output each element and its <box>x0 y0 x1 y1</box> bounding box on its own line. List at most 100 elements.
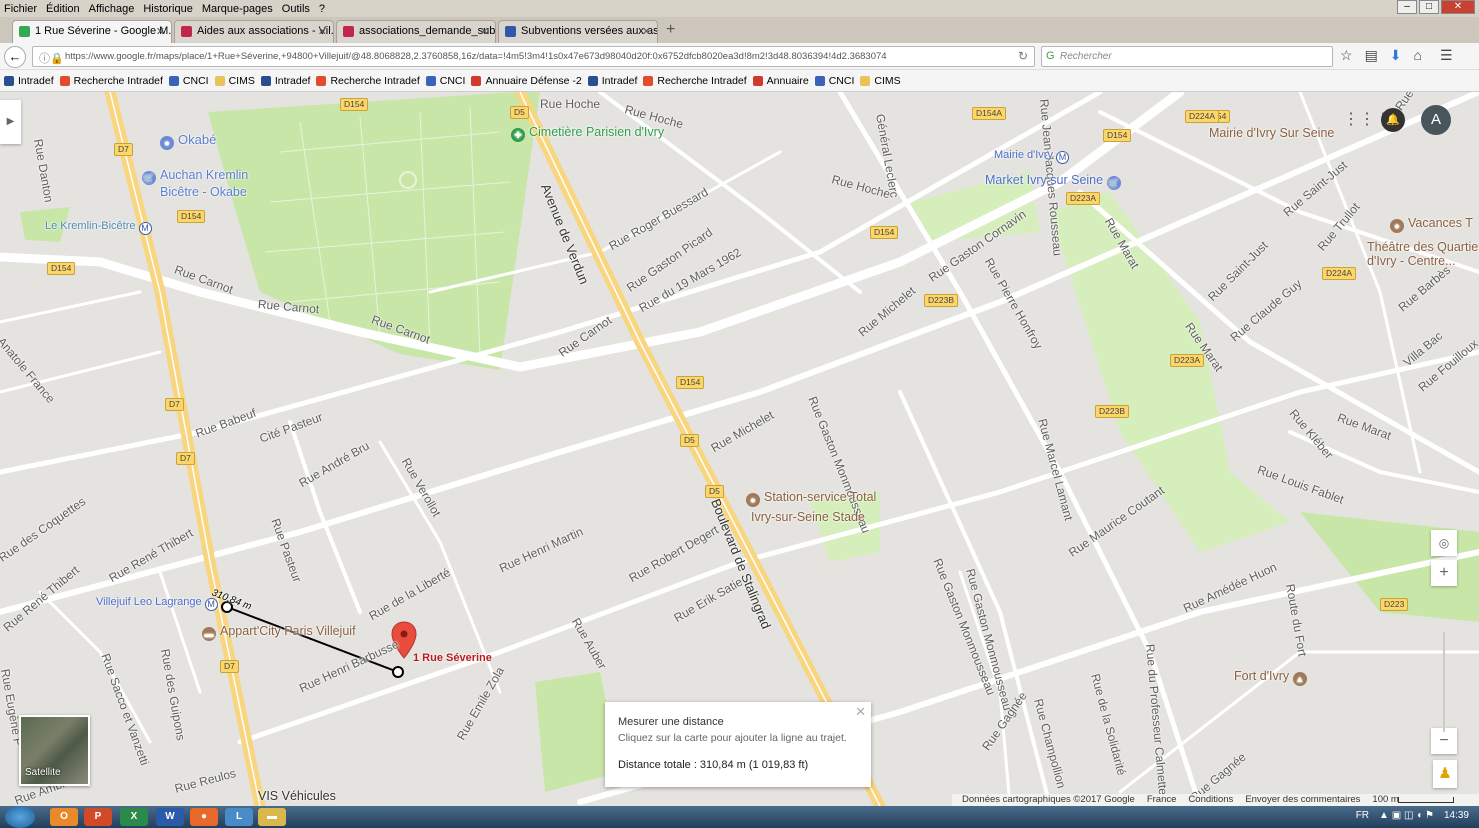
road-shield: D7 <box>220 660 239 673</box>
reading-list-icon[interactable]: ▤ <box>1365 47 1378 64</box>
taskbar-app-icon[interactable]: ▬ <box>258 808 286 826</box>
avatar[interactable]: A <box>1421 105 1451 135</box>
search-field[interactable]: G Rechercher <box>1041 46 1333 67</box>
poi-okabe[interactable]: ● Okabé <box>160 132 216 150</box>
taskbar-app-icon[interactable]: X <box>120 808 148 826</box>
new-tab-button[interactable]: + <box>666 21 675 39</box>
menu-icon[interactable]: ☰ <box>1440 47 1453 64</box>
measure-end-point[interactable] <box>392 666 404 678</box>
bookmark-label: Annuaire <box>766 74 809 87</box>
tab-aides-associations[interactable]: Aides aux associations - Vil... ✕ <box>174 20 334 43</box>
poi-villejuif-metro[interactable]: Villejuif Leo Lagrange M <box>96 596 222 611</box>
zoom-slider[interactable] <box>1443 632 1445 732</box>
bookmark-item[interactable]: CNCI <box>425 75 465 87</box>
side-panel-toggle[interactable]: ▶ <box>0 100 21 144</box>
bookmark-item[interactable]: Annuaire Défense -2 <box>471 74 582 87</box>
poi-mairie-ivry-metro[interactable]: Mairie d'Ivry M <box>994 149 1073 164</box>
poi-kremlin-bicetre[interactable]: Le Kremlin-Bicêtre M <box>45 220 156 235</box>
taskbar-app-icon[interactable]: ● <box>190 808 218 826</box>
scale-label[interactable]: 100 m <box>1372 794 1398 806</box>
my-location-icon[interactable]: ◎ <box>1431 530 1457 556</box>
close-icon[interactable]: ✕ <box>1441 0 1475 14</box>
download-icon[interactable]: ⬇ <box>1390 47 1402 64</box>
zoom-in-button[interactable]: + <box>1431 560 1457 586</box>
poi-mairie-ivry[interactable]: Mairie d'Ivry Sur Seine <box>1209 126 1334 140</box>
measure-subtitle: Cliquez sur la carte pour ajouter la lig… <box>618 732 847 744</box>
tab-associations-demande[interactable]: associations_demande_sub... ✕ <box>336 20 496 43</box>
poi-fort-ivry[interactable]: Fort d'Ivry ▲ <box>1234 669 1311 686</box>
menu-item-view[interactable]: Affichage <box>89 3 135 15</box>
poi-appartcity[interactable]: ▬ Appart'City Paris Villejuif <box>202 624 356 641</box>
notifications-icon[interactable]: 🔔 <box>1381 108 1405 132</box>
menu-item-help[interactable]: ? <box>319 3 325 15</box>
star-icon[interactable]: ☆ <box>1340 47 1353 64</box>
bookmark-item[interactable]: CIMS <box>214 75 255 87</box>
poi-auchan[interactable]: 🛒 Auchan Kremlin Bicêtre - Okabe <box>142 168 248 199</box>
poi-market-ivry[interactable]: Market Ivry sur Seine 🛒 <box>985 173 1125 190</box>
tab-subventions[interactable]: Subventions versées aux as... ✕ <box>498 20 658 43</box>
bookmark-item[interactable]: Recherche Intradef <box>316 75 420 87</box>
close-tab-icon[interactable]: ✕ <box>642 25 651 38</box>
close-tab-icon[interactable]: ✕ <box>318 25 327 38</box>
apps-grid-icon[interactable]: ⋮⋮⋮ <box>1343 109 1391 128</box>
close-icon[interactable]: ✕ <box>855 704 866 720</box>
poi-station-total[interactable]: ● Station-service Total <box>746 490 876 507</box>
menu-item-tools[interactable]: Outils <box>282 3 310 15</box>
marker-label[interactable]: 1 Rue Séverine <box>413 652 492 664</box>
poi-vis-vehicules[interactable]: VIS Véhicules <box>258 789 336 803</box>
bookmark-item[interactable]: Intradef <box>4 75 54 87</box>
taskbar-app-icon[interactable]: P <box>84 808 112 826</box>
url-bar[interactable]: ⓘ🔒 https://www.google.fr/maps/place/1+Ru… <box>32 46 1035 67</box>
bookmark-item[interactable]: Recherche Intradef <box>59 75 163 87</box>
taskbar-app-icon[interactable]: L <box>225 808 253 826</box>
poi-label: Mairie d'Ivry <box>994 149 1053 161</box>
measure-distance-panel: Mesurer une distance Cliquez sur la cart… <box>605 702 871 787</box>
reload-icon[interactable]: ↻ <box>1018 49 1028 63</box>
bookmark-item[interactable]: CIMS <box>860 75 901 87</box>
poi-theatre[interactable]: Théâtre des Quartie d'Ivry - Centre... <box>1367 240 1478 268</box>
taskbar-app-icon[interactable]: O <box>50 808 78 826</box>
bookmark-item[interactable]: CNCI <box>168 75 209 87</box>
footer-link-terms[interactable]: Conditions <box>1188 794 1233 806</box>
bookmark-item[interactable]: Intradef <box>587 75 637 87</box>
clock[interactable]: 14:39 <box>1444 810 1469 821</box>
taskbar-app-icon[interactable]: W <box>156 808 184 826</box>
menu-item-history[interactable]: Historique <box>143 3 193 15</box>
landmark-icon: ▲ <box>1292 672 1307 686</box>
maximize-icon[interactable]: □ <box>1419 0 1439 14</box>
bookmark-label: Annuaire Défense -2 <box>485 74 582 87</box>
poi-cimetiere[interactable]: ✚ Cimetière Parisien d'Ivry <box>511 125 664 142</box>
poi-label: Cimetière Parisien d'Ivry <box>529 125 665 139</box>
info-lock-icon[interactable]: ⓘ🔒 <box>39 50 64 66</box>
google-search-icon: G <box>1046 50 1055 62</box>
pegman-icon[interactable]: ♟ <box>1433 760 1457 788</box>
close-tab-icon[interactable]: ✕ <box>480 25 489 38</box>
poi-vacances[interactable]: ● Vacances T <box>1390 216 1473 233</box>
metro-icon: M <box>1056 151 1070 164</box>
menu-item-bookmarks[interactable]: Marque-pages <box>202 3 273 15</box>
bookmark-icon <box>316 75 327 86</box>
windows-start-icon[interactable] <box>5 806 35 828</box>
menu-item-file[interactable]: Fichier <box>4 3 37 15</box>
poi-label: Théâtre des Quartie <box>1367 240 1479 254</box>
close-tab-icon[interactable]: ✕ <box>156 25 165 38</box>
road-shield: D223B <box>1095 405 1129 418</box>
satellite-toggle[interactable]: Satellite <box>19 715 90 786</box>
language-indicator[interactable]: FR <box>1356 810 1369 821</box>
bookmark-item[interactable]: Annuaire <box>752 74 809 87</box>
road-shield: D7 <box>114 143 133 156</box>
back-button[interactable]: ← <box>4 46 26 68</box>
tab-google-maps[interactable]: 1 Rue Séverine - Google M... ✕ <box>12 20 172 44</box>
map-canvas[interactable]: Rue Danton Rue Carnot Rue Carnot Rue Carnot… <box>0 92 1479 806</box>
bookmark-item[interactable]: CNCI <box>814 75 854 87</box>
tray-icons[interactable]: ▲ ▣ ◫ ◖ ⚑ <box>1379 810 1434 821</box>
poi-stade[interactable]: Ivry-sur-Seine Stade <box>751 510 865 524</box>
bookmark-item[interactable]: Intradef <box>260 75 310 87</box>
home-icon[interactable]: ⌂ <box>1414 47 1422 64</box>
bookmark-item[interactable]: Recherche Intradef <box>643 75 747 87</box>
measure-total-distance: Distance totale : 310,84 m (1 019,83 ft) <box>618 759 809 771</box>
menu-item-edit[interactable]: Édition <box>46 3 80 15</box>
footer-link-feedback[interactable]: Envoyer des commentaires <box>1245 794 1360 806</box>
minimize-icon[interactable]: – <box>1397 0 1417 14</box>
footer-link-country[interactable]: France <box>1147 794 1177 806</box>
